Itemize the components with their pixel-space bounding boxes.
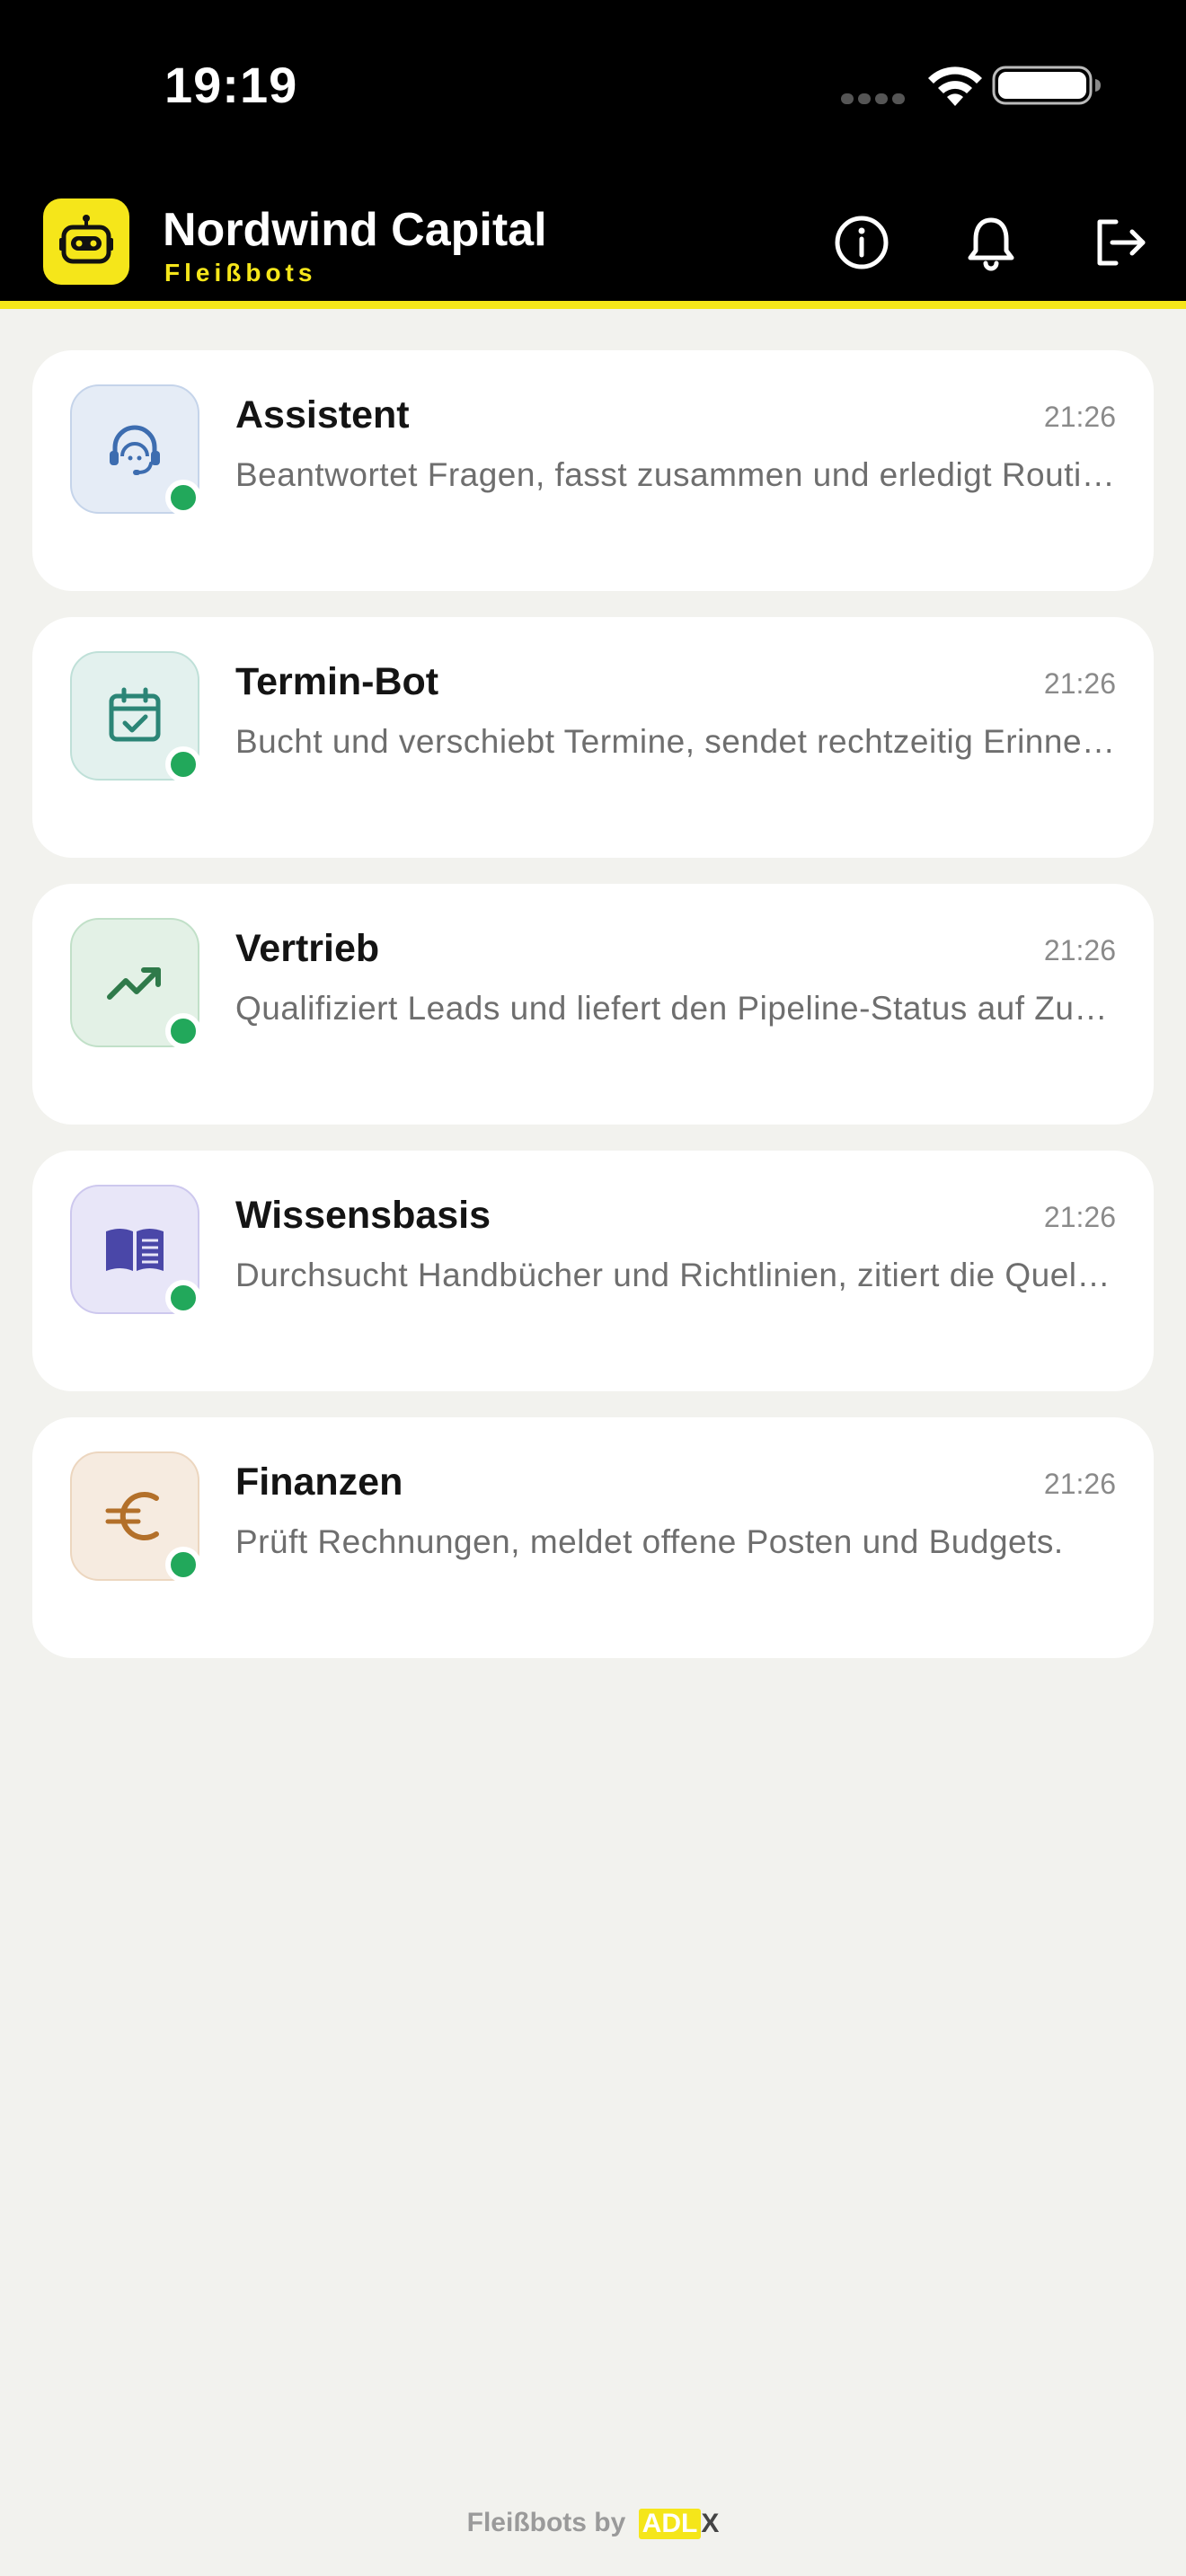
bot-name: Wissensbasis <box>235 1194 491 1237</box>
bot-name: Termin-Bot <box>235 660 439 703</box>
bot-name: Vertrieb <box>235 927 380 970</box>
app-subtitle: Fleißbots <box>164 259 317 287</box>
robot-icon <box>59 215 113 264</box>
info-button[interactable] <box>828 209 895 276</box>
bot-card-assistent[interactable]: Assistent 21:26 Beantwortet Fragen, fass… <box>32 350 1154 591</box>
trending-up-icon <box>107 967 161 1000</box>
bot-description: Durchsucht Handbücher und Richtlinien, z… <box>235 1257 1118 1293</box>
logout-button[interactable] <box>1087 209 1154 276</box>
app-logo <box>43 198 129 285</box>
calendar-check-icon <box>109 687 161 742</box>
footer-text: Fleißbots by <box>466 2508 626 2537</box>
status-time: 19:19 <box>164 57 298 113</box>
bot-description: Prüft Rechnungen, meldet offene Posten u… <box>235 1523 1064 1560</box>
bot-time: 21:26 <box>1043 934 1116 966</box>
bot-description: Beantwortet Fragen, fasst zusammen und e… <box>235 456 1118 493</box>
notifications-button[interactable] <box>958 209 1024 276</box>
bot-card-finanzen[interactable]: Finanzen 21:26 Prüft Rechnungen, meldet … <box>32 1417 1154 1658</box>
online-status-indicator <box>165 1547 201 1583</box>
euro-icon <box>105 1492 159 1540</box>
book-open-icon <box>106 1229 164 1271</box>
online-status-indicator <box>165 1013 201 1049</box>
bot-time: 21:26 <box>1043 667 1116 700</box>
bot-time: 21:26 <box>1043 1201 1116 1233</box>
bot-card-wissensbasis[interactable]: Wissensbasis 21:26 Durchsucht Handbücher… <box>32 1151 1154 1391</box>
signal-dots-icon <box>841 93 906 104</box>
bot-time: 21:26 <box>1043 401 1116 433</box>
footer-brand-logo[interactable]: ADL X <box>638 2509 720 2540</box>
online-status-indicator <box>165 1280 201 1316</box>
wifi-icon <box>928 66 982 106</box>
footer-brand-main: ADL <box>638 2509 702 2540</box>
status-bar: 19:19 <box>0 0 1186 180</box>
logout-icon <box>1097 219 1146 266</box>
battery-icon <box>992 66 1101 105</box>
app-header: Nordwind Capital Fleißbots <box>0 180 1186 309</box>
online-status-indicator <box>165 746 201 782</box>
bot-card-termin-bot[interactable]: Termin-Bot 21:26 Bucht und verschiebt Te… <box>32 617 1154 858</box>
info-icon <box>835 216 889 269</box>
footer-brand-suffix: X <box>701 2509 720 2539</box>
bot-description: Bucht und verschiebt Termine, sendet rec… <box>235 723 1118 760</box>
bot-description: Qualifiziert Leads und liefert den Pipel… <box>235 990 1118 1027</box>
bell-icon <box>968 217 1014 271</box>
bot-name: Assistent <box>235 393 410 437</box>
bot-card-vertrieb[interactable]: Vertrieb 21:26 Qualifiziert Leads und li… <box>32 884 1154 1125</box>
app-title: Nordwind Capital <box>163 204 547 256</box>
bot-name: Finanzen <box>235 1460 403 1504</box>
online-status-indicator <box>165 480 201 516</box>
headset-person-icon <box>110 425 160 475</box>
bot-time: 21:26 <box>1043 1468 1116 1500</box>
footer: Fleißbots by ADL X <box>0 2508 1186 2540</box>
